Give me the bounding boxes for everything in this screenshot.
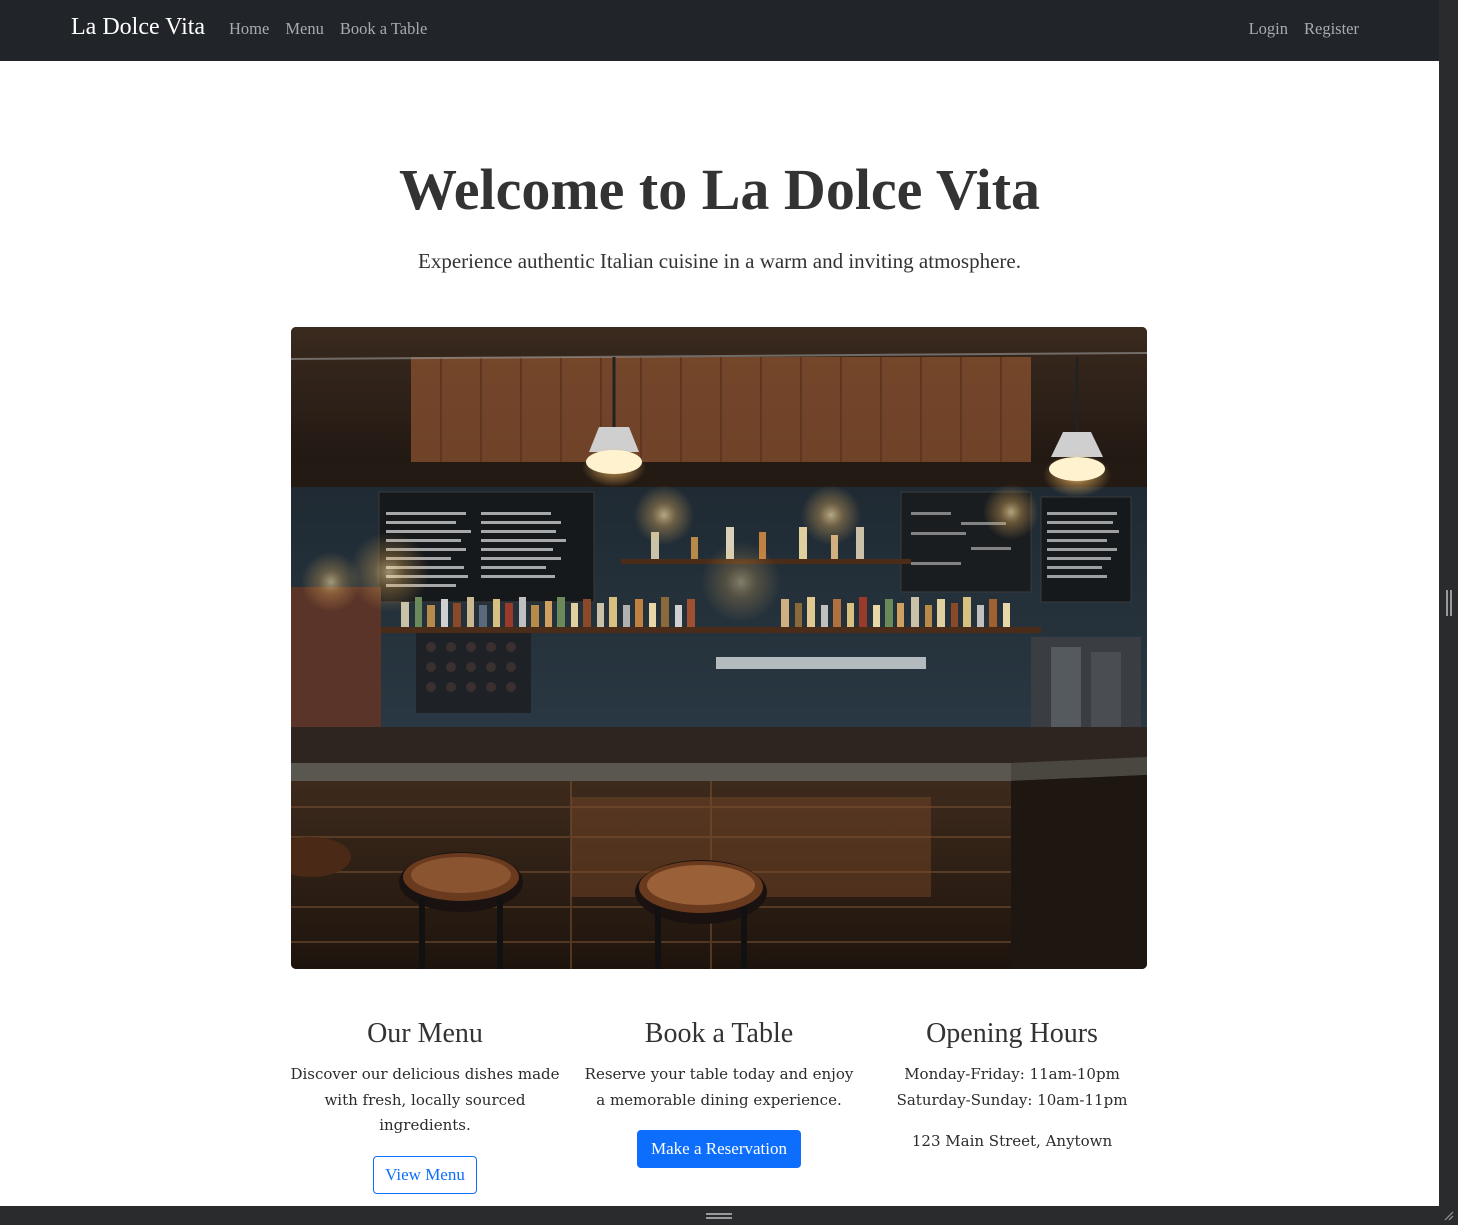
restaurant-address: 123 Main Street, Anytown [911,1132,1113,1150]
page-viewport: La Dolce Vita Home Menu Book a Table Log… [0,0,1439,1206]
menu-section-title: Our Menu [367,1018,483,1049]
top-navbar: La Dolce Vita Home Menu Book a Table Log… [0,0,1439,61]
nav-links: Home Menu Book a Table [229,19,427,39]
weekday-hours: Monday-Friday: 11am-10pm [904,1065,1120,1083]
nav-menu-link[interactable]: Menu [285,19,324,39]
hero-image [291,327,1147,969]
opening-hours-list: Monday-Friday: 11am-10pm Saturday-Sunday… [877,1062,1147,1113]
bar-interior-illustration [291,327,1147,969]
brand-logo[interactable]: La Dolce Vita [71,14,205,41]
book-table-section-title: Book a Table [644,1018,794,1049]
register-link[interactable]: Register [1304,19,1359,39]
hero-subtitle: Experience authentic Italian cuisine in … [418,249,1021,273]
weekend-hours: Saturday-Sunday: 10am-11pm [896,1090,1128,1109]
nav-book-table-link[interactable]: Book a Table [340,19,427,39]
nav-home-link[interactable]: Home [229,19,269,39]
resize-corner-icon[interactable] [1442,1209,1454,1221]
opening-hours-title: Opening Hours [926,1018,1098,1049]
opening-hours-section: Opening Hours Monday-Friday: 11am-10pm S… [877,1016,1147,1155]
hero-title: Welcome to La Dolce Vita [398,157,1041,222]
menu-section-text: Discover our delicious dishes made with … [290,1065,560,1134]
vertical-resize-handle[interactable] [1446,590,1452,616]
menu-section: Our Menu Discover our delicious dishes m… [290,1016,560,1194]
auth-links: Login Register [1249,19,1359,39]
view-menu-button[interactable]: View Menu [373,1155,477,1194]
book-table-section: Book a Table Reserve your table today an… [584,1016,854,1168]
make-reservation-button[interactable]: Make a Reservation [637,1130,801,1168]
book-table-section-text: Reserve your table today and enjoy a mem… [584,1065,854,1109]
login-link[interactable]: Login [1249,19,1288,39]
horizontal-resize-handle[interactable] [706,1213,732,1219]
